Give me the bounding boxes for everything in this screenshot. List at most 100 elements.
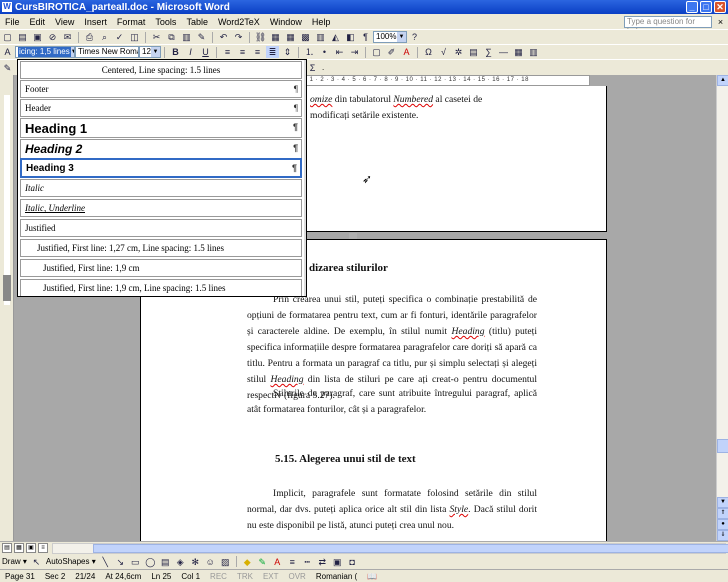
close-document-icon[interactable]: × (716, 17, 725, 27)
underline-button[interactable]: U (199, 46, 212, 58)
font-select[interactable]: Times New Roman▼ (75, 46, 139, 58)
style-option-italic-underline[interactable]: Italic, Underline (20, 199, 302, 217)
menu-word2tex[interactable]: Word2TeX (213, 17, 265, 27)
autoshapes-menu-button[interactable]: AutoShapes ▾ (46, 557, 96, 566)
email-icon[interactable]: ✉ (61, 31, 74, 43)
hyperlink-icon[interactable]: ⛓ (254, 31, 267, 43)
scroll-down-button[interactable]: ▼ (717, 497, 728, 508)
fill-color-icon[interactable]: ◆ (241, 556, 254, 568)
style-option-footer[interactable]: Footer ¶ (20, 80, 302, 98)
horizontal-scroll-thumb[interactable] (93, 543, 728, 553)
scroll-thumb[interactable] (717, 439, 728, 453)
text-box-icon[interactable]: ▤ (159, 556, 172, 568)
maximize-button[interactable]: □ (700, 1, 712, 13)
line-spacing-icon[interactable]: ⇕ (281, 46, 294, 58)
bullets-icon[interactable]: • (318, 46, 331, 58)
diagram-icon[interactable]: ✻ (189, 556, 202, 568)
menu-edit[interactable]: Edit (25, 17, 51, 27)
page-text-line[interactable]: modificați setările existente. (310, 108, 600, 124)
new-document-icon[interactable]: ▢ (1, 31, 14, 43)
style-option-heading-1[interactable]: Heading 1 ¶ (20, 118, 302, 138)
sum-icon[interactable]: Σ (306, 62, 319, 74)
word-app-icon[interactable]: W (2, 2, 12, 12)
table-grid-icon[interactable]: ▦ (512, 46, 525, 58)
shadow-icon[interactable]: ▣ (331, 556, 344, 568)
picture-icon[interactable]: ▨ (219, 556, 232, 568)
help-search-input[interactable]: Type a question for help (624, 15, 712, 36)
vertical-ruler[interactable] (0, 75, 14, 541)
open-folder-icon[interactable]: ▤ (16, 31, 29, 43)
permission-icon[interactable]: ⊘ (46, 31, 59, 43)
undo-icon[interactable]: ↶ (217, 31, 230, 43)
web-view-icon[interactable]: ▦ (14, 543, 24, 553)
horizontal-line-icon[interactable]: ― (497, 46, 510, 58)
close-button[interactable]: ✕ (714, 1, 726, 13)
status-ovr[interactable]: OVR (284, 572, 311, 581)
print-icon[interactable]: ⎙ (83, 31, 96, 43)
border-icon[interactable]: ▢ (370, 46, 383, 58)
print-layout-icon[interactable]: ▣ (26, 543, 36, 553)
bars-icon[interactable]: ▥ (527, 46, 540, 58)
menu-help[interactable]: Help (307, 17, 336, 27)
align-center-icon[interactable]: ≡ (236, 46, 249, 58)
bold-button[interactable]: B (169, 46, 182, 58)
zoom-select[interactable]: 100% ▼ (373, 31, 407, 43)
next-page-button[interactable]: ⇓ (717, 530, 728, 541)
research-icon[interactable]: ◫ (128, 31, 141, 43)
styles-formatting-icon[interactable]: A (1, 46, 14, 58)
document-map-icon[interactable]: ◧ (344, 31, 357, 43)
menu-table[interactable]: Table (181, 17, 213, 27)
italic-button[interactable]: I (184, 46, 197, 58)
paste-icon[interactable]: ▥ (180, 31, 193, 43)
menu-view[interactable]: View (50, 17, 79, 27)
style-dropdown-list[interactable]: Centered, Line spacing: 1.5 lines Footer… (17, 59, 307, 297)
align-right-icon[interactable]: ≡ (251, 46, 264, 58)
paragraph[interactable]: Implicit, paragrafele sunt formatate fol… (247, 486, 537, 534)
rectangle-icon[interactable]: ▭ (129, 556, 142, 568)
menu-window[interactable]: Window (265, 17, 307, 27)
line-color-icon[interactable]: ✎ (256, 556, 269, 568)
style-option-justified-1-9[interactable]: Justified, First line: 1,9 cm (20, 259, 302, 277)
paragraph[interactable]: Stilurile de paragraf, care sunt atribui… (247, 386, 537, 418)
spelling-icon[interactable]: ✓ (113, 31, 126, 43)
chart-icon[interactable]: ▤ (467, 46, 480, 58)
menu-file[interactable]: File (0, 17, 25, 27)
highlight-icon[interactable]: ✐ (385, 46, 398, 58)
scroll-up-button[interactable]: ▲ (717, 75, 728, 86)
decrease-indent-icon[interactable]: ⇤ (333, 46, 346, 58)
columns-icon[interactable]: ▥ (314, 31, 327, 43)
line-style-icon[interactable]: ≡ (286, 556, 299, 568)
minimize-button[interactable]: _ (686, 1, 698, 13)
insert-excel-icon[interactable]: ▩ (299, 31, 312, 43)
wordart-icon[interactable]: ◈ (174, 556, 187, 568)
font-size-select[interactable]: 12 ▼ (139, 46, 161, 58)
page-text-line[interactable]: omize din tabulatorul Numbered al casete… (310, 92, 600, 108)
style-option-heading-3[interactable]: Heading 3 ¶ (20, 158, 302, 178)
status-language[interactable]: Romanian ( (311, 572, 362, 581)
formula-icon[interactable]: ∑ (482, 46, 495, 58)
normal-view-icon[interactable]: ▤ (2, 543, 12, 553)
style-option-justified[interactable]: Justified (20, 219, 302, 237)
status-trk[interactable]: TRK (232, 572, 258, 581)
previous-page-button[interactable]: ⇑ (717, 508, 728, 519)
section-heading[interactable]: 5.15. Alegerea unui stil de text (275, 453, 416, 465)
tables-borders-icon[interactable]: ▦ (269, 31, 282, 43)
increase-indent-icon[interactable]: ⇥ (348, 46, 361, 58)
menu-tools[interactable]: Tools (150, 17, 181, 27)
pen-icon[interactable]: ✎ (1, 62, 14, 74)
style-list-scrollbar[interactable] (304, 60, 306, 296)
cut-icon[interactable]: ✂ (150, 31, 163, 43)
numbering-icon[interactable]: ⒈ (303, 46, 316, 58)
redo-icon[interactable]: ↷ (232, 31, 245, 43)
arrow-style-icon[interactable]: ⇄ (316, 556, 329, 568)
format-painter-icon[interactable]: ✎ (195, 31, 208, 43)
special-char-icon[interactable]: ✲ (452, 46, 465, 58)
status-rec[interactable]: REC (205, 572, 232, 581)
browse-object-button[interactable]: ● (717, 519, 728, 530)
horizontal-ruler[interactable]: · 1 · 2 · 3 · 4 · 5 · 6 · 7 · 8 · 9 · 10… (300, 75, 590, 86)
style-option-centered[interactable]: Centered, Line spacing: 1.5 lines (20, 61, 302, 79)
equation-icon[interactable]: √ (437, 46, 450, 58)
oval-icon[interactable]: ◯ (144, 556, 157, 568)
symbol-omega-icon[interactable]: Ω (422, 46, 435, 58)
select-objects-icon[interactable]: ↖ (30, 556, 43, 568)
